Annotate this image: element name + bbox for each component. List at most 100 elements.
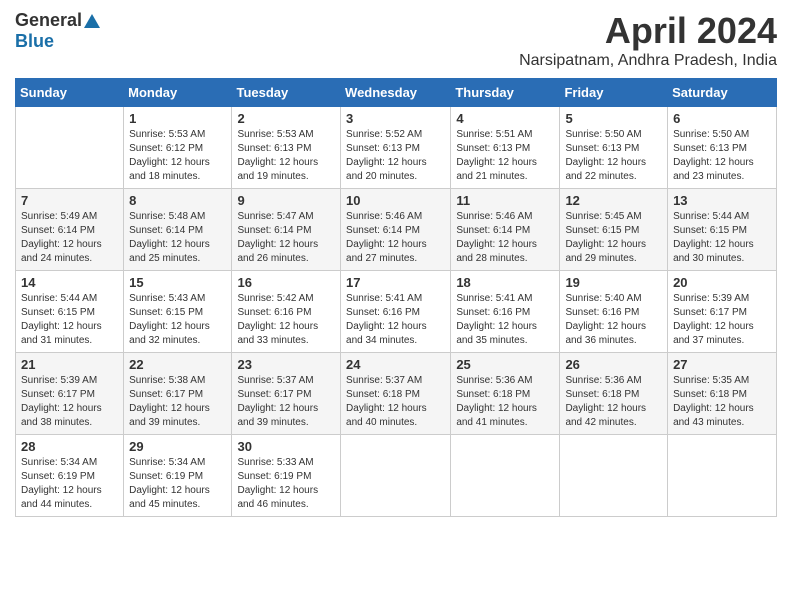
title-block: April 2024 Narsipatnam, Andhra Pradesh, …: [519, 10, 777, 70]
day-number: 26: [565, 357, 662, 372]
day-number: 16: [237, 275, 335, 290]
day-number: 24: [346, 357, 445, 372]
calendar-week-1: 1 Sunrise: 5:53 AM Sunset: 6:12 PM Daylig…: [16, 107, 777, 189]
day-number: 13: [673, 193, 771, 208]
col-saturday: Saturday: [668, 79, 777, 107]
day-number: 21: [21, 357, 118, 372]
calendar-cell: 9 Sunrise: 5:47 AM Sunset: 6:14 PM Daylig…: [232, 189, 341, 271]
day-info: Sunrise: 5:53 AM Sunset: 6:13 PM Dayligh…: [237, 128, 335, 184]
calendar-cell: 27 Sunrise: 5:35 AM Sunset: 6:18 PM Dayli…: [668, 353, 777, 435]
calendar-cell: 23 Sunrise: 5:37 AM Sunset: 6:17 PM Dayli…: [232, 353, 341, 435]
day-number: 27: [673, 357, 771, 372]
calendar-cell: 7 Sunrise: 5:49 AM Sunset: 6:14 PM Daylig…: [16, 189, 124, 271]
calendar-week-5: 28 Sunrise: 5:34 AM Sunset: 6:19 PM Dayli…: [16, 435, 777, 517]
day-info: Sunrise: 5:37 AM Sunset: 6:17 PM Dayligh…: [237, 374, 335, 430]
calendar-cell: 1 Sunrise: 5:53 AM Sunset: 6:12 PM Daylig…: [124, 107, 232, 189]
day-info: Sunrise: 5:36 AM Sunset: 6:18 PM Dayligh…: [565, 374, 662, 430]
day-info: Sunrise: 5:40 AM Sunset: 6:16 PM Dayligh…: [565, 292, 662, 348]
day-number: 7: [21, 193, 118, 208]
day-info: Sunrise: 5:35 AM Sunset: 6:18 PM Dayligh…: [673, 374, 771, 430]
day-number: 12: [565, 193, 662, 208]
day-number: 20: [673, 275, 771, 290]
day-info: Sunrise: 5:46 AM Sunset: 6:14 PM Dayligh…: [456, 210, 554, 266]
calendar-cell: [16, 107, 124, 189]
calendar-cell: 22 Sunrise: 5:38 AM Sunset: 6:17 PM Dayli…: [124, 353, 232, 435]
calendar-cell: 6Sunrise: 5:50 AM Sunset: 6:13 PM Daylig…: [668, 107, 777, 189]
calendar-cell: 8 Sunrise: 5:48 AM Sunset: 6:14 PM Daylig…: [124, 189, 232, 271]
col-wednesday: Wednesday: [341, 79, 451, 107]
day-info: Sunrise: 5:34 AM Sunset: 6:19 PM Dayligh…: [129, 456, 226, 512]
calendar-cell: [451, 435, 560, 517]
day-number: 23: [237, 357, 335, 372]
calendar-table: Sunday Monday Tuesday Wednesday Thursday…: [15, 78, 777, 517]
day-info: Sunrise: 5:44 AM Sunset: 6:15 PM Dayligh…: [673, 210, 771, 266]
day-number: 14: [21, 275, 118, 290]
day-info: Sunrise: 5:33 AM Sunset: 6:19 PM Dayligh…: [237, 456, 335, 512]
day-info: Sunrise: 5:41 AM Sunset: 6:16 PM Dayligh…: [456, 292, 554, 348]
calendar-cell: 20Sunrise: 5:39 AM Sunset: 6:17 PM Dayli…: [668, 271, 777, 353]
calendar-cell: 5Sunrise: 5:50 AM Sunset: 6:13 PM Daylig…: [560, 107, 668, 189]
calendar-title: April 2024: [519, 10, 777, 52]
day-info: Sunrise: 5:41 AM Sunset: 6:16 PM Dayligh…: [346, 292, 445, 348]
logo-general: General: [15, 10, 82, 31]
logo-blue: Blue: [15, 31, 54, 51]
day-number: 8: [129, 193, 226, 208]
day-number: 22: [129, 357, 226, 372]
calendar-cell: 19 Sunrise: 5:40 AM Sunset: 6:16 PM Dayli…: [560, 271, 668, 353]
calendar-cell: 10Sunrise: 5:46 AM Sunset: 6:14 PM Dayli…: [341, 189, 451, 271]
day-info: Sunrise: 5:46 AM Sunset: 6:14 PM Dayligh…: [346, 210, 445, 266]
day-number: 29: [129, 439, 226, 454]
col-tuesday: Tuesday: [232, 79, 341, 107]
calendar-location: Narsipatnam, Andhra Pradesh, India: [519, 52, 777, 70]
day-info: Sunrise: 5:51 AM Sunset: 6:13 PM Dayligh…: [456, 128, 554, 184]
calendar-cell: 3Sunrise: 5:52 AM Sunset: 6:13 PM Daylig…: [341, 107, 451, 189]
day-number: 30: [237, 439, 335, 454]
col-thursday: Thursday: [451, 79, 560, 107]
day-info: Sunrise: 5:43 AM Sunset: 6:15 PM Dayligh…: [129, 292, 226, 348]
day-number: 18: [456, 275, 554, 290]
day-info: Sunrise: 5:49 AM Sunset: 6:14 PM Dayligh…: [21, 210, 118, 266]
calendar-cell: 2 Sunrise: 5:53 AM Sunset: 6:13 PM Daylig…: [232, 107, 341, 189]
calendar-cell: 29 Sunrise: 5:34 AM Sunset: 6:19 PM Dayli…: [124, 435, 232, 517]
day-number: 3: [346, 111, 445, 126]
day-info: Sunrise: 5:45 AM Sunset: 6:15 PM Dayligh…: [565, 210, 662, 266]
day-number: 15: [129, 275, 226, 290]
calendar-cell: 24 Sunrise: 5:37 AM Sunset: 6:18 PM Dayli…: [341, 353, 451, 435]
calendar-week-2: 7 Sunrise: 5:49 AM Sunset: 6:14 PM Daylig…: [16, 189, 777, 271]
calendar-week-4: 21 Sunrise: 5:39 AM Sunset: 6:17 PM Dayli…: [16, 353, 777, 435]
calendar-cell: 4Sunrise: 5:51 AM Sunset: 6:13 PM Daylig…: [451, 107, 560, 189]
day-info: Sunrise: 5:34 AM Sunset: 6:19 PM Dayligh…: [21, 456, 118, 512]
logo: General Blue: [15, 10, 101, 52]
day-number: 28: [21, 439, 118, 454]
calendar-cell: 16 Sunrise: 5:42 AM Sunset: 6:16 PM Dayli…: [232, 271, 341, 353]
day-number: 1: [129, 111, 226, 126]
day-info: Sunrise: 5:38 AM Sunset: 6:17 PM Dayligh…: [129, 374, 226, 430]
day-number: 19: [565, 275, 662, 290]
day-number: 25: [456, 357, 554, 372]
day-info: Sunrise: 5:44 AM Sunset: 6:15 PM Dayligh…: [21, 292, 118, 348]
header: General Blue April 2024 Narsipatnam, And…: [15, 10, 777, 70]
calendar-cell: 21 Sunrise: 5:39 AM Sunset: 6:17 PM Dayli…: [16, 353, 124, 435]
col-sunday: Sunday: [16, 79, 124, 107]
calendar-cell: 25Sunrise: 5:36 AM Sunset: 6:18 PM Dayli…: [451, 353, 560, 435]
logo-icon: [83, 12, 101, 30]
calendar-cell: 12 Sunrise: 5:45 AM Sunset: 6:15 PM Dayli…: [560, 189, 668, 271]
day-number: 11: [456, 193, 554, 208]
day-info: Sunrise: 5:37 AM Sunset: 6:18 PM Dayligh…: [346, 374, 445, 430]
calendar-cell: 11 Sunrise: 5:46 AM Sunset: 6:14 PM Dayli…: [451, 189, 560, 271]
day-info: Sunrise: 5:42 AM Sunset: 6:16 PM Dayligh…: [237, 292, 335, 348]
calendar-cell: 13 Sunrise: 5:44 AM Sunset: 6:15 PM Dayli…: [668, 189, 777, 271]
calendar-cell: 30 Sunrise: 5:33 AM Sunset: 6:19 PM Dayli…: [232, 435, 341, 517]
day-number: 2: [237, 111, 335, 126]
day-number: 9: [237, 193, 335, 208]
calendar-cell: 15 Sunrise: 5:43 AM Sunset: 6:15 PM Dayli…: [124, 271, 232, 353]
calendar-header-row: Sunday Monday Tuesday Wednesday Thursday…: [16, 79, 777, 107]
calendar-cell: 18 Sunrise: 5:41 AM Sunset: 6:16 PM Dayli…: [451, 271, 560, 353]
day-info: Sunrise: 5:53 AM Sunset: 6:12 PM Dayligh…: [129, 128, 226, 184]
day-number: 17: [346, 275, 445, 290]
day-info: Sunrise: 5:50 AM Sunset: 6:13 PM Dayligh…: [673, 128, 771, 184]
day-info: Sunrise: 5:48 AM Sunset: 6:14 PM Dayligh…: [129, 210, 226, 266]
day-info: Sunrise: 5:50 AM Sunset: 6:13 PM Dayligh…: [565, 128, 662, 184]
day-info: Sunrise: 5:39 AM Sunset: 6:17 PM Dayligh…: [21, 374, 118, 430]
day-info: Sunrise: 5:47 AM Sunset: 6:14 PM Dayligh…: [237, 210, 335, 266]
